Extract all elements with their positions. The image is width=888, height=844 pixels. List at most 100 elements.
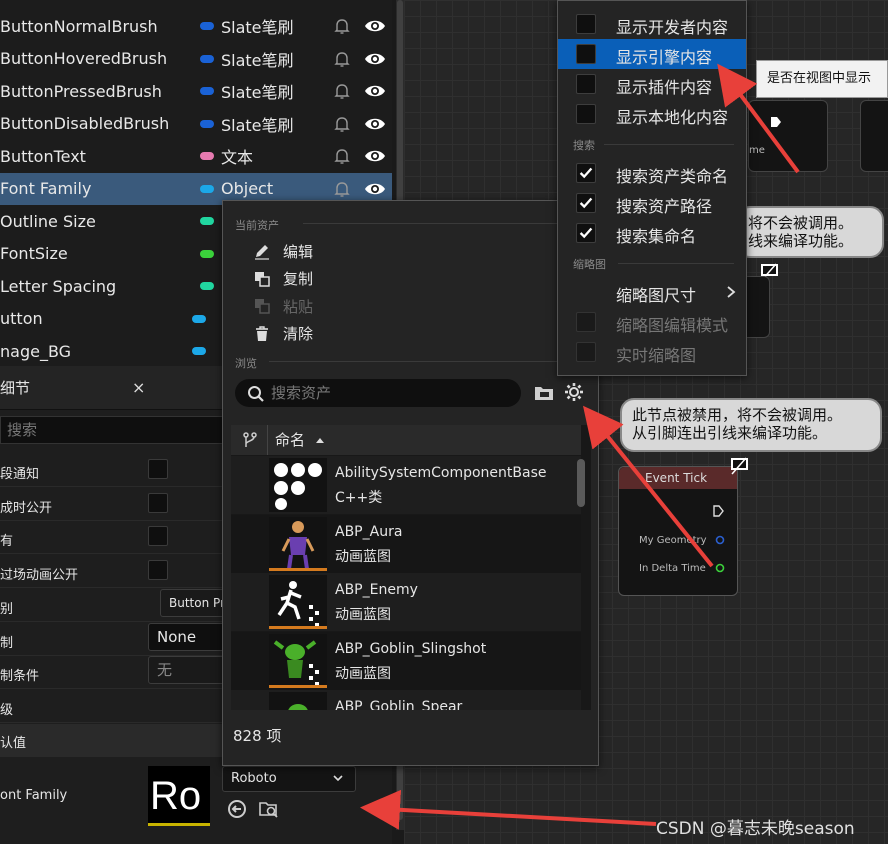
visibility-eye-icon[interactable] (364, 115, 386, 133)
asset-row[interactable]: ABP_Goblin_Slingshot 动画蓝图 (231, 631, 581, 690)
property-checkbox[interactable] (148, 492, 168, 513)
replication-bell-icon[interactable] (333, 50, 351, 68)
variable-row[interactable]: ButtonPressedBrush Slate笔刷 (0, 75, 392, 107)
menu-checkbox[interactable] (576, 74, 596, 94)
asset-type: 动画蓝图 (335, 665, 391, 682)
asset-thumbnail (269, 575, 327, 629)
event-tick-node[interactable]: Event Tick My Geometry In Delta Time (618, 466, 738, 596)
menu-item-label: 搜索集命名 (616, 227, 697, 246)
menu-checkbox[interactable] (576, 223, 596, 243)
asset-action-1[interactable]: 复制 (253, 267, 313, 291)
close-icon[interactable]: × (132, 378, 145, 397)
menu-item: 实时缩略图 (558, 337, 746, 367)
asset-row[interactable]: AbilitySystemComponentBase C++类 (231, 456, 581, 514)
graph-node-partial[interactable] (744, 276, 770, 338)
variable-row[interactable]: ButtonText 文本 (0, 140, 392, 172)
asset-name: ABP_Goblin_Spear (335, 699, 463, 710)
disabled-comment-top: 将不会被调用。 线来编译功能。 (736, 206, 884, 258)
replication-bell-icon[interactable] (333, 147, 351, 165)
gear-icon[interactable] (563, 381, 585, 403)
paste-icon (255, 299, 270, 314)
menu-item-thumbnail-size[interactable]: 缩略图尺寸 (558, 277, 746, 307)
variable-row[interactable]: ButtonNormalBrush Slate笔刷 (0, 10, 392, 42)
asset-row[interactable]: ABP_Goblin_Spear (231, 690, 581, 710)
variable-row[interactable]: ButtonDisabledBrush Slate笔刷 (0, 108, 392, 140)
column-divider (267, 425, 268, 455)
menu-checkbox[interactable] (576, 163, 596, 183)
variable-row[interactable]: ButtonHoveredBrush Slate笔刷 (0, 43, 392, 75)
asset-list: 命名 AbilitySystemComponentBase C++类 ABP_Aur… (231, 425, 591, 710)
property-checkbox[interactable] (148, 560, 168, 581)
graph-node-top[interactable]: me (748, 100, 828, 172)
visibility-eye-icon[interactable] (364, 82, 386, 100)
variable-type: 文本 (221, 148, 254, 167)
property-row: 过场动画公开 (0, 555, 222, 589)
chevron-right-icon (727, 286, 736, 298)
use-selected-icon[interactable] (226, 798, 248, 820)
asset-action-0[interactable]: 编辑 (253, 239, 313, 263)
delta-pin-icon[interactable] (715, 563, 725, 573)
visibility-eye-icon[interactable] (364, 50, 386, 68)
replication-bell-icon[interactable] (333, 180, 351, 198)
tooltip: 是否在视图中显示 (756, 60, 888, 98)
menu-item-label: 显示引擎内容 (616, 48, 713, 67)
asset-search-input[interactable]: 搜索资产 (235, 379, 521, 407)
font-family-value: Roboto (231, 771, 277, 786)
asset-name: ABP_Goblin_Slingshot (335, 640, 487, 657)
replication-bell-icon[interactable] (333, 115, 351, 133)
exec-out-pin-icon[interactable] (713, 505, 725, 517)
sort-ascending-icon[interactable] (315, 436, 325, 444)
variable-name: ButtonDisabledBrush (0, 114, 170, 133)
menu-item[interactable]: 显示引擎内容 (558, 39, 746, 69)
variable-type-color (200, 54, 214, 63)
variable-name: Font Family (0, 179, 92, 198)
menu-item-label: 显示开发者内容 (616, 18, 729, 37)
folder-icon[interactable] (533, 383, 555, 403)
property-combo[interactable]: Button Pr (160, 588, 226, 617)
replication-bell-icon[interactable] (333, 82, 351, 100)
menu-item[interactable]: 搜索资产路径 (558, 188, 746, 218)
asset-list-scrollbar[interactable] (577, 459, 585, 507)
exec-pin-icon[interactable] (769, 115, 783, 129)
checkmark-icon (579, 167, 593, 179)
property-label: 段通知 (0, 467, 40, 482)
menu-checkbox[interactable] (576, 104, 596, 124)
property-checkbox[interactable] (148, 526, 168, 547)
menu-item[interactable]: 搜索资产类命名 (558, 158, 746, 188)
menu-checkbox[interactable] (576, 44, 596, 64)
asset-action-label: 粘贴 (283, 297, 314, 316)
branch-icon[interactable] (241, 431, 259, 449)
menu-checkbox[interactable] (576, 14, 596, 34)
menu-item[interactable]: 显示本地化内容 (558, 99, 746, 129)
menu-item-label: 显示插件内容 (616, 78, 713, 97)
replication-bell-icon[interactable] (333, 17, 351, 35)
visibility-eye-icon[interactable] (364, 17, 386, 35)
asset-picker-popup: 当前资产 编辑 复制 粘贴 清除 浏览 搜索资产 命名 AbilitySystemCo… (222, 200, 599, 766)
font-preview-thumbnail[interactable]: Ro (148, 766, 210, 826)
asset-row[interactable]: ABP_Enemy 动画蓝图 (231, 573, 581, 631)
graph-node-right[interactable] (860, 100, 888, 172)
variable-type-color (192, 347, 206, 355)
menu-checkbox[interactable] (576, 193, 596, 213)
property-combo[interactable]: None (148, 622, 228, 651)
asset-row[interactable]: ABP_Aura 动画蓝图 (231, 514, 581, 573)
comment-line: 线来编译功能。 (748, 232, 854, 250)
variable-type-color (200, 119, 214, 128)
property-combo[interactable]: 无 (148, 656, 228, 685)
visibility-eye-icon[interactable] (364, 147, 386, 165)
font-family-combo[interactable]: Roboto (222, 766, 356, 792)
visibility-eye-icon[interactable] (364, 180, 386, 198)
menu-item[interactable]: 显示插件内容 (558, 69, 746, 99)
geometry-pin-icon[interactable] (715, 535, 725, 545)
menu-item[interactable]: 搜索集命名 (558, 218, 746, 248)
column-name-header[interactable]: 命名 (275, 429, 305, 450)
variable-name: FontSize (0, 244, 68, 263)
property-checkbox[interactable] (148, 459, 168, 479)
asset-action-3[interactable]: 清除 (253, 322, 313, 346)
asset-type-bar (269, 684, 327, 688)
divider (618, 263, 734, 264)
browse-asset-icon[interactable] (258, 798, 280, 820)
menu-item[interactable]: 显示开发者内容 (558, 9, 746, 39)
property-label: 过场动画公开 (0, 568, 79, 584)
property-row: 制条件 无 (0, 656, 228, 690)
